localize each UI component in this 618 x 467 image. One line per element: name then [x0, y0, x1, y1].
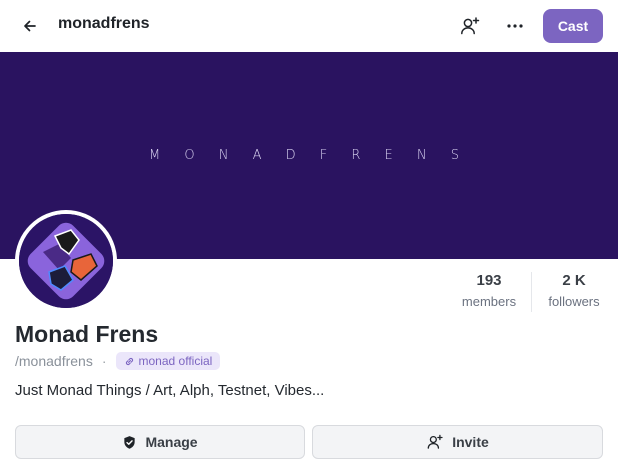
badge-label: monad official: [138, 354, 213, 368]
banner-text: M O N A D F R E N S: [149, 148, 469, 163]
avatar-image: [19, 214, 113, 308]
stats-divider: [531, 272, 532, 312]
channel-description: Just Monad Things / Art, Alph, Testnet, …: [15, 382, 325, 399]
channel-name: Monad Frens: [15, 321, 159, 347]
channel-meta: /monadfrens · monad official: [15, 351, 221, 371]
members-stat[interactable]: 193 members: [452, 272, 526, 309]
followers-count: 2 K: [562, 272, 586, 289]
followers-stat[interactable]: 2 K followers: [538, 272, 610, 309]
more-horizontal-icon: [507, 24, 523, 28]
user-plus-icon: [461, 17, 480, 35]
hands-logo-icon: [19, 214, 113, 308]
back-button[interactable]: [18, 14, 42, 38]
manage-label: Manage: [145, 434, 198, 450]
top-bar: monadfrens Cast: [0, 0, 618, 52]
add-member-button[interactable]: [456, 12, 484, 40]
invite-label: Invite: [452, 434, 489, 450]
members-label: members: [461, 294, 517, 309]
members-count: 193: [476, 272, 502, 289]
channel-handle: /monadfrens: [15, 353, 93, 369]
page-title: monadfrens: [58, 15, 150, 32]
followers-label: followers: [548, 294, 600, 309]
channel-avatar: [15, 210, 117, 312]
shield-check-icon: [124, 435, 136, 449]
link-icon: [125, 357, 133, 365]
more-options-button[interactable]: [501, 12, 529, 40]
arrow-left-icon: [24, 20, 36, 32]
meta-separator: ·: [101, 353, 107, 369]
invite-button[interactable]: Invite: [312, 425, 603, 459]
official-badge[interactable]: monad official: [115, 352, 221, 370]
user-plus-icon: [427, 434, 443, 449]
cast-button[interactable]: Cast: [543, 9, 603, 43]
manage-button[interactable]: Manage: [15, 425, 305, 459]
